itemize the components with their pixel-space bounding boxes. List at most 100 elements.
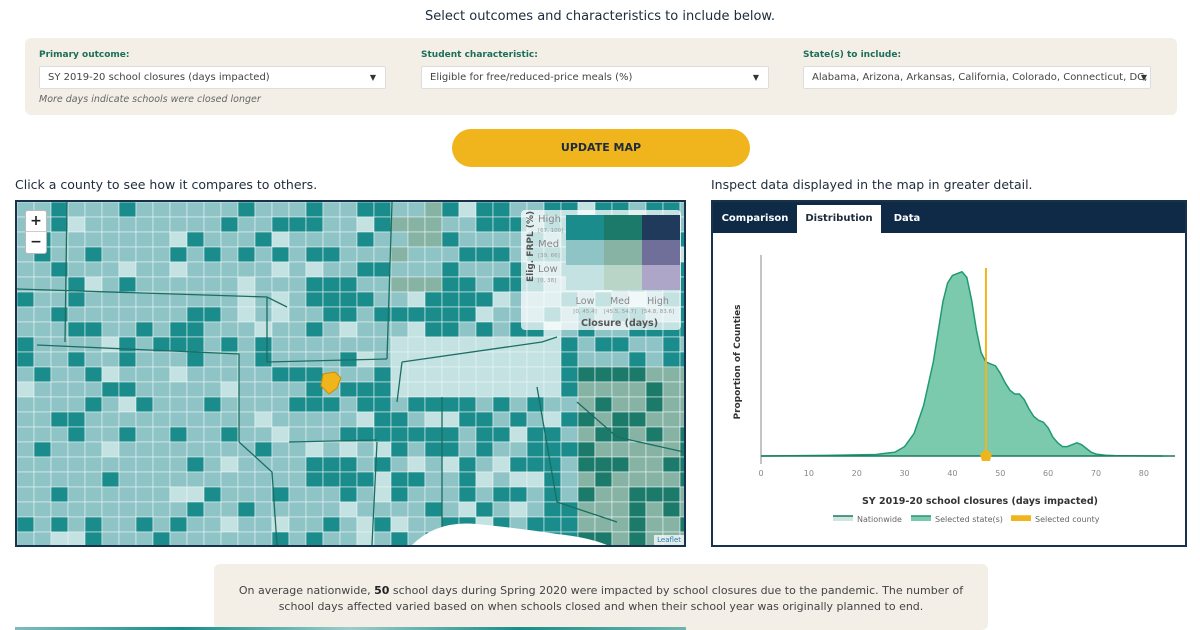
county (118, 366, 137, 383)
county (220, 291, 239, 308)
county (526, 471, 545, 488)
county (118, 381, 137, 398)
county (390, 531, 409, 545)
county (237, 321, 256, 338)
tab-data[interactable]: Data (881, 205, 933, 233)
county (560, 366, 579, 383)
states-select[interactable]: Alabama, Arizona, Arkansas, California, … (803, 66, 1151, 89)
county (220, 516, 239, 533)
x-axis-title: SY 2019-20 school closures (days impacte… (862, 496, 1098, 507)
county (220, 306, 239, 323)
county (611, 531, 630, 545)
county (237, 381, 256, 398)
county (305, 306, 324, 323)
county (373, 366, 392, 383)
county (475, 381, 494, 398)
county (67, 202, 86, 218)
county (203, 396, 222, 413)
county (560, 471, 579, 488)
county (186, 261, 205, 278)
county (33, 366, 52, 383)
county (679, 396, 684, 413)
county (67, 321, 86, 338)
county (628, 396, 647, 413)
county (441, 486, 460, 503)
county (271, 231, 290, 248)
tab-distribution[interactable]: Distribution (797, 205, 881, 233)
county (169, 321, 188, 338)
county (101, 501, 120, 518)
county (594, 381, 613, 398)
county (662, 411, 681, 428)
student-characteristic-select[interactable]: Eligible for free/reduced-price meals (%… (421, 66, 769, 89)
county (441, 216, 460, 233)
county (84, 501, 103, 518)
county (322, 396, 341, 413)
county (645, 486, 664, 503)
county (356, 486, 375, 503)
county (356, 276, 375, 293)
county (67, 516, 86, 533)
county (305, 486, 324, 503)
county-map[interactable]: + − Elig. FRPL (%) High [67, 100] Med [3… (15, 200, 686, 547)
county (67, 216, 86, 233)
chevron-down-icon: ▼ (369, 73, 376, 82)
county (560, 381, 579, 398)
county (407, 471, 426, 488)
county (169, 441, 188, 458)
county (118, 321, 137, 338)
county (169, 202, 188, 218)
county (509, 501, 528, 518)
county (322, 501, 341, 518)
county (17, 321, 35, 338)
county (237, 531, 256, 545)
county (407, 441, 426, 458)
county (67, 306, 86, 323)
county (322, 202, 341, 218)
legend-y-title: Elig. FRPL (%) (526, 210, 536, 282)
county (288, 246, 307, 263)
county (203, 336, 222, 353)
county (254, 396, 273, 413)
tab-comparison[interactable]: Comparison (713, 205, 797, 233)
update-map-button[interactable]: UPDATE MAP (452, 129, 750, 167)
county (254, 486, 273, 503)
county (237, 306, 256, 323)
county (509, 426, 528, 443)
county (254, 351, 273, 368)
county (441, 411, 460, 428)
legend-x-title: Closure (days) (581, 318, 659, 329)
county (135, 202, 154, 218)
primary-outcome-select[interactable]: SY 2019-20 school closures (days impacte… (39, 66, 386, 89)
county (67, 426, 86, 443)
county (679, 516, 684, 533)
states-label: State(s) to include: (803, 50, 902, 60)
legend-color-cell (642, 240, 680, 265)
county (135, 396, 154, 413)
county (33, 426, 52, 443)
zoom-out-button[interactable]: − (26, 232, 46, 253)
county (492, 411, 511, 428)
county (356, 396, 375, 413)
county (254, 336, 273, 353)
county (679, 351, 684, 368)
county (152, 486, 171, 503)
county (662, 456, 681, 473)
zoom-in-button[interactable]: + (26, 211, 46, 232)
county (373, 336, 392, 353)
county (220, 261, 239, 278)
county (17, 411, 35, 428)
county (458, 246, 477, 263)
county (33, 501, 52, 518)
county (288, 231, 307, 248)
leaflet-attribution-link[interactable]: Leaflet (654, 535, 684, 545)
summary-callout: On average nationwide, 50 school days du… (214, 564, 988, 630)
county (339, 396, 358, 413)
county (441, 426, 460, 443)
county (424, 202, 443, 218)
county (152, 366, 171, 383)
county (441, 261, 460, 278)
county (101, 321, 120, 338)
county (305, 396, 324, 413)
county (577, 516, 596, 533)
